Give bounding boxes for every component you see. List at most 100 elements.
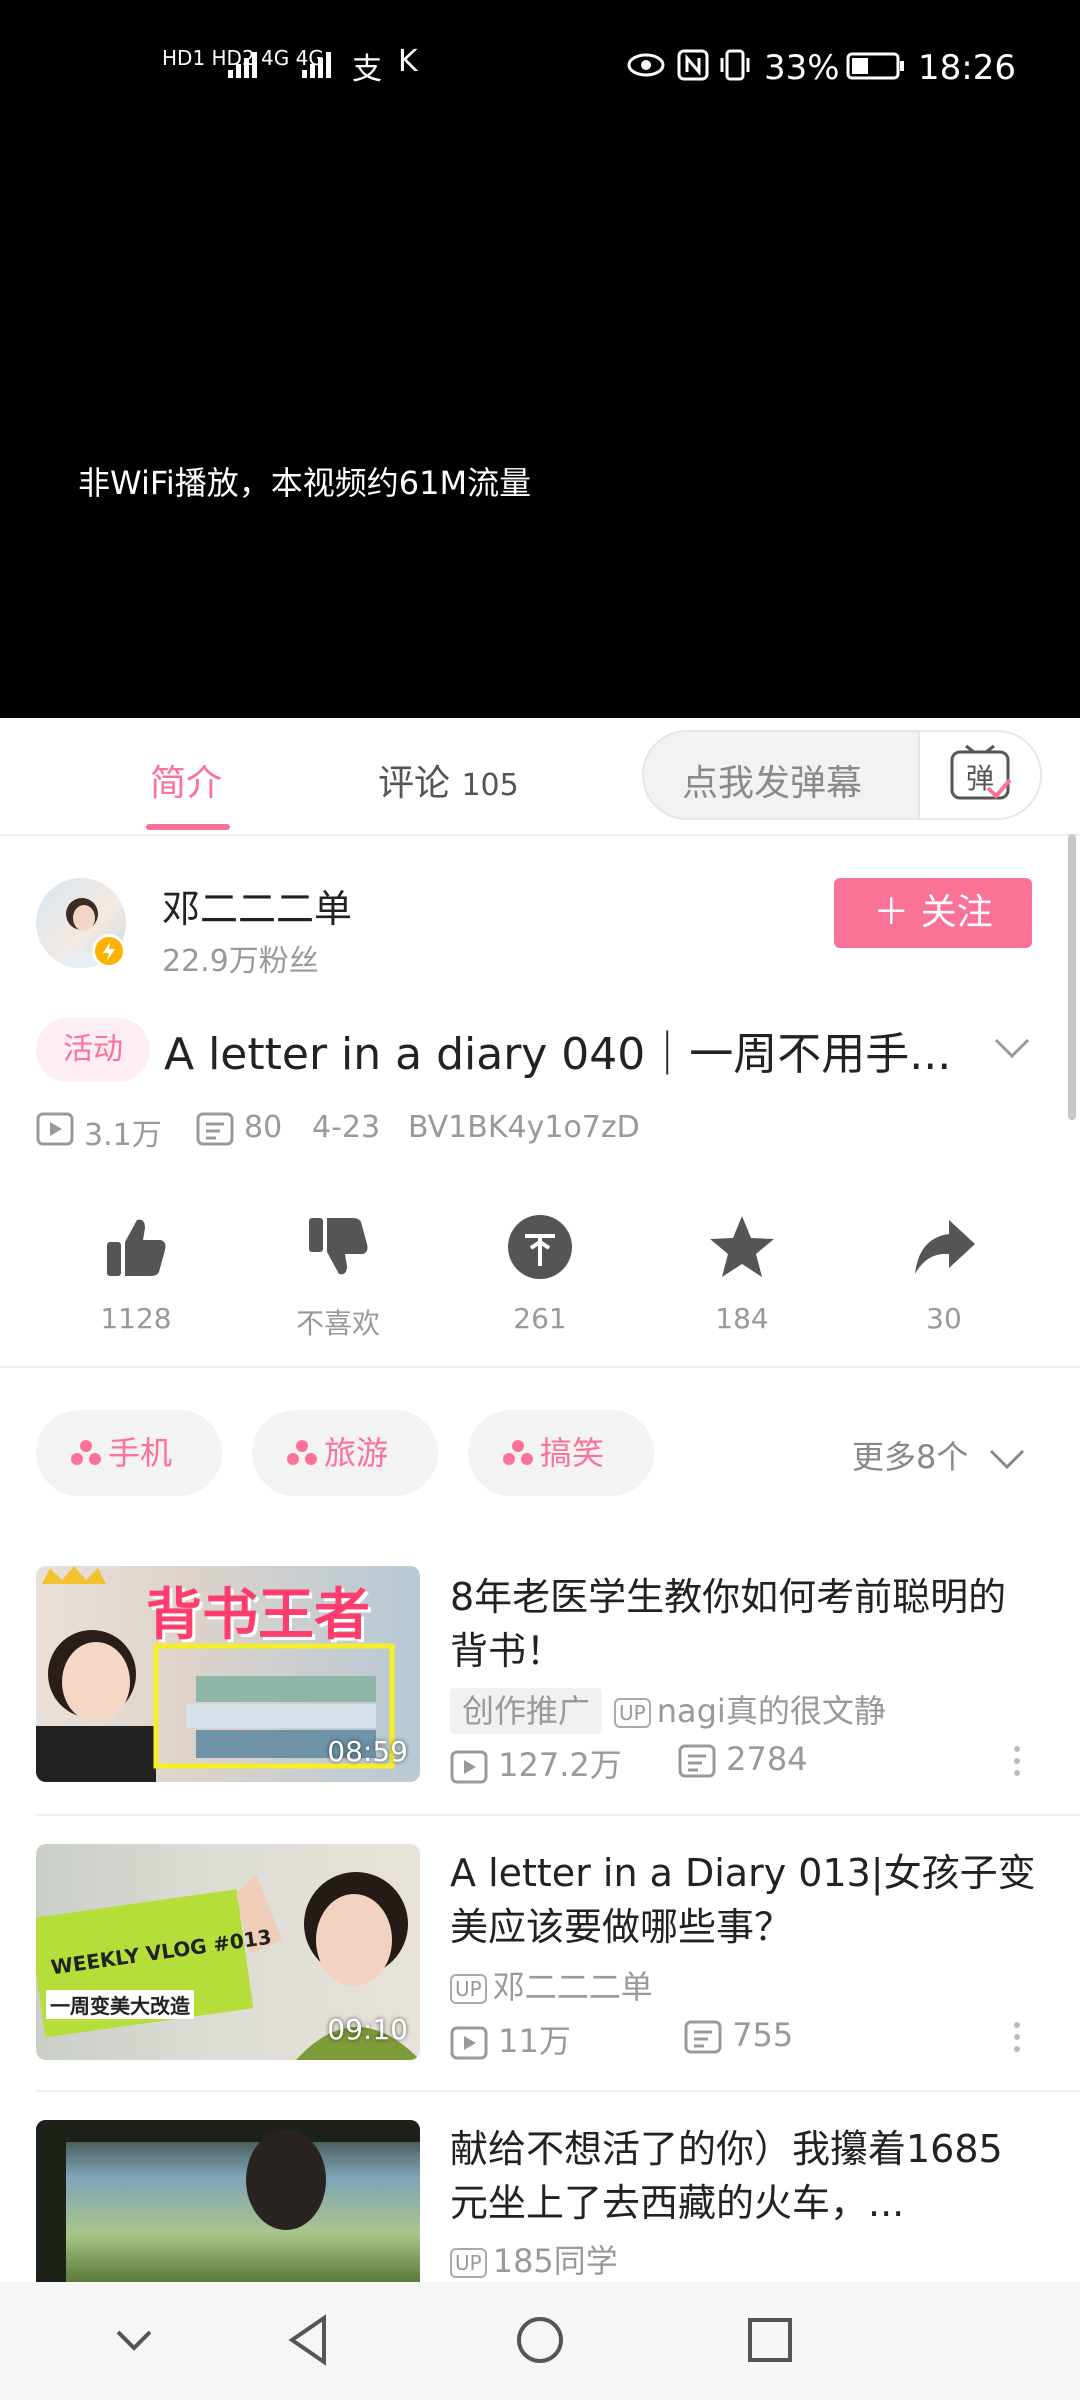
thumbs-down-icon (309, 1218, 368, 1275)
up-icon: UP (450, 1974, 487, 2004)
nfc-icon (677, 49, 709, 81)
share-button[interactable]: 30 (864, 1212, 1024, 1335)
danmaku-count: 755 (732, 2016, 794, 2054)
tag-travel[interactable]: 旅游 (252, 1410, 438, 1496)
chevron-down-icon[interactable] (990, 1030, 1034, 1066)
play-count-icon (450, 1750, 488, 1784)
thumbnail-image (36, 2120, 420, 2282)
danmaku-input[interactable]: 点我发弹幕 弹 (642, 730, 1042, 820)
related-up[interactable]: 创作推广 UP nagi真的很文静 (450, 1686, 886, 1734)
related-title[interactable]: 8年老医学生教你如何考前聪明的背书！ (450, 1570, 1040, 1678)
recents-icon[interactable] (744, 2314, 796, 2366)
promo-badge: 创作推广 (450, 1688, 603, 1734)
back-icon[interactable] (284, 2312, 332, 2368)
tab-intro[interactable]: 简介 (150, 754, 222, 806)
related-danmaku: 755 (684, 2016, 793, 2054)
coin-icon (508, 1215, 572, 1279)
uploader-fans: 22.9万粉丝 (162, 944, 319, 979)
eye-icon (627, 53, 665, 77)
follow-button[interactable]: ＋ 关注 (834, 878, 1032, 948)
scroll-indicator (1068, 834, 1076, 1120)
play-count-icon (36, 1112, 74, 1146)
up-icon: UP (614, 1698, 651, 1728)
view-count: 127.2万 (498, 1746, 622, 1784)
more-tags-label: 更多8个 (852, 1438, 969, 1476)
danmaku-toggle-button[interactable]: 弹 (918, 732, 1040, 818)
duration: 08:59 (327, 1735, 408, 1768)
tag-dots-icon (287, 1440, 317, 1465)
app-notification-icon: K (398, 44, 418, 79)
thumbnail-subcaption: 一周变美大改造 (46, 1990, 194, 2019)
chevron-down-icon (989, 1449, 1024, 1470)
video-thumbnail[interactable]: 背书王者 08:59 (36, 1566, 420, 1782)
related-up[interactable]: UP 邓二二二单 (450, 1962, 653, 2008)
danmaku-count: 80 (244, 1110, 283, 1145)
signal-icon (228, 52, 257, 78)
divider (36, 1814, 1080, 1816)
divider (0, 1366, 1080, 1368)
share-count: 30 (926, 1302, 962, 1335)
like-count: 1128 (100, 1302, 172, 1335)
comments-count: 105 (461, 768, 519, 803)
danmaku-placeholder: 点我发弹幕 (682, 763, 863, 804)
tab-comments[interactable]: 评论 105 (378, 754, 519, 806)
thumbnail-caption: 背书王者 (146, 1583, 370, 1648)
more-tags-button[interactable]: 更多8个 (852, 1432, 1027, 1478)
tag-label: 搞笑 (540, 1434, 605, 1472)
tag-dots-icon (503, 1440, 533, 1465)
tag-dots-icon (71, 1440, 101, 1465)
duration: 09:10 (327, 2013, 408, 2046)
uploader-name[interactable]: 邓二二二单 (162, 878, 352, 933)
data-usage-notice: 非WiFi播放，本视频约61M流量 (78, 464, 532, 502)
alipay-icon: 支 (352, 52, 382, 87)
coin-count: 261 (513, 1302, 567, 1335)
tab-comments-label: 评论 (378, 763, 451, 804)
tag-funny[interactable]: 搞笑 (468, 1410, 654, 1496)
system-nav-bar (0, 2282, 1080, 2400)
danmaku-count-icon (196, 1112, 234, 1146)
view-count: 11万 (498, 2022, 571, 2060)
up-name: nagi真的很文静 (656, 1692, 886, 1730)
more-options-icon[interactable] (1014, 1740, 1024, 1782)
danmaku-count-icon (684, 2020, 722, 2054)
battery-percent: 33% (764, 48, 840, 88)
divider (36, 2090, 1080, 2092)
like-button[interactable]: 1128 (56, 1212, 216, 1335)
publish-date: 4-23 (312, 1110, 381, 1145)
star-icon (710, 1216, 774, 1277)
related-danmaku: 2784 (678, 1740, 808, 1778)
battery-icon (846, 52, 904, 80)
related-stats: 11万 (450, 2016, 571, 2062)
related-stats: 127.2万 (450, 1740, 622, 1786)
dislike-label: 不喜欢 (295, 1307, 380, 1340)
coin-button[interactable]: 261 (460, 1212, 620, 1335)
chevron-down-icon[interactable] (112, 2320, 156, 2360)
favorite-button[interactable]: 184 (662, 1212, 822, 1335)
favorite-count: 184 (715, 1302, 769, 1335)
activity-tag[interactable]: 活动 (36, 1018, 150, 1082)
play-count-icon (450, 2026, 488, 2060)
view-count: 3.1万 (84, 1118, 162, 1153)
tag-phone[interactable]: 手机 (36, 1410, 222, 1496)
danmaku-count: 2784 (726, 1740, 808, 1778)
signal-icon-2 (302, 52, 331, 78)
danmaku-count-icon (678, 1744, 716, 1778)
verified-badge-icon (92, 934, 126, 968)
clock: 18:26 (918, 48, 1016, 88)
dislike-button[interactable]: 不喜欢 (258, 1212, 418, 1342)
home-icon[interactable] (514, 2314, 566, 2366)
vibrate-icon (720, 49, 750, 81)
video-thumbnail[interactable]: WEEKLY VLOG #013 一周变美大改造 09:10 (36, 1844, 420, 2060)
video-title[interactable]: A letter in a diary 040｜一周不用手... (164, 1018, 964, 1082)
danmaku-icon: 弹 (950, 744, 1012, 800)
more-options-icon[interactable] (1014, 2016, 1024, 2058)
share-arrow-icon (915, 1220, 975, 1274)
related-up[interactable]: UP 185同学 (450, 2236, 618, 2282)
up-name: 邓二二二单 (492, 1968, 653, 2006)
related-title[interactable]: A letter in a Diary 013|女孩子变美应该要做哪些事？ (450, 1846, 1040, 1954)
related-title[interactable]: 献给不想活了的你）我攥着1685元坐上了去西藏的火车，... (450, 2122, 1040, 2230)
video-thumbnail[interactable] (36, 2120, 420, 2282)
status-bar: HD1 HD2 4G 4G 支 K 33% 18:26 (0, 0, 1080, 140)
up-name: 185同学 (492, 2242, 618, 2280)
tag-label: 手机 (108, 1434, 173, 1472)
